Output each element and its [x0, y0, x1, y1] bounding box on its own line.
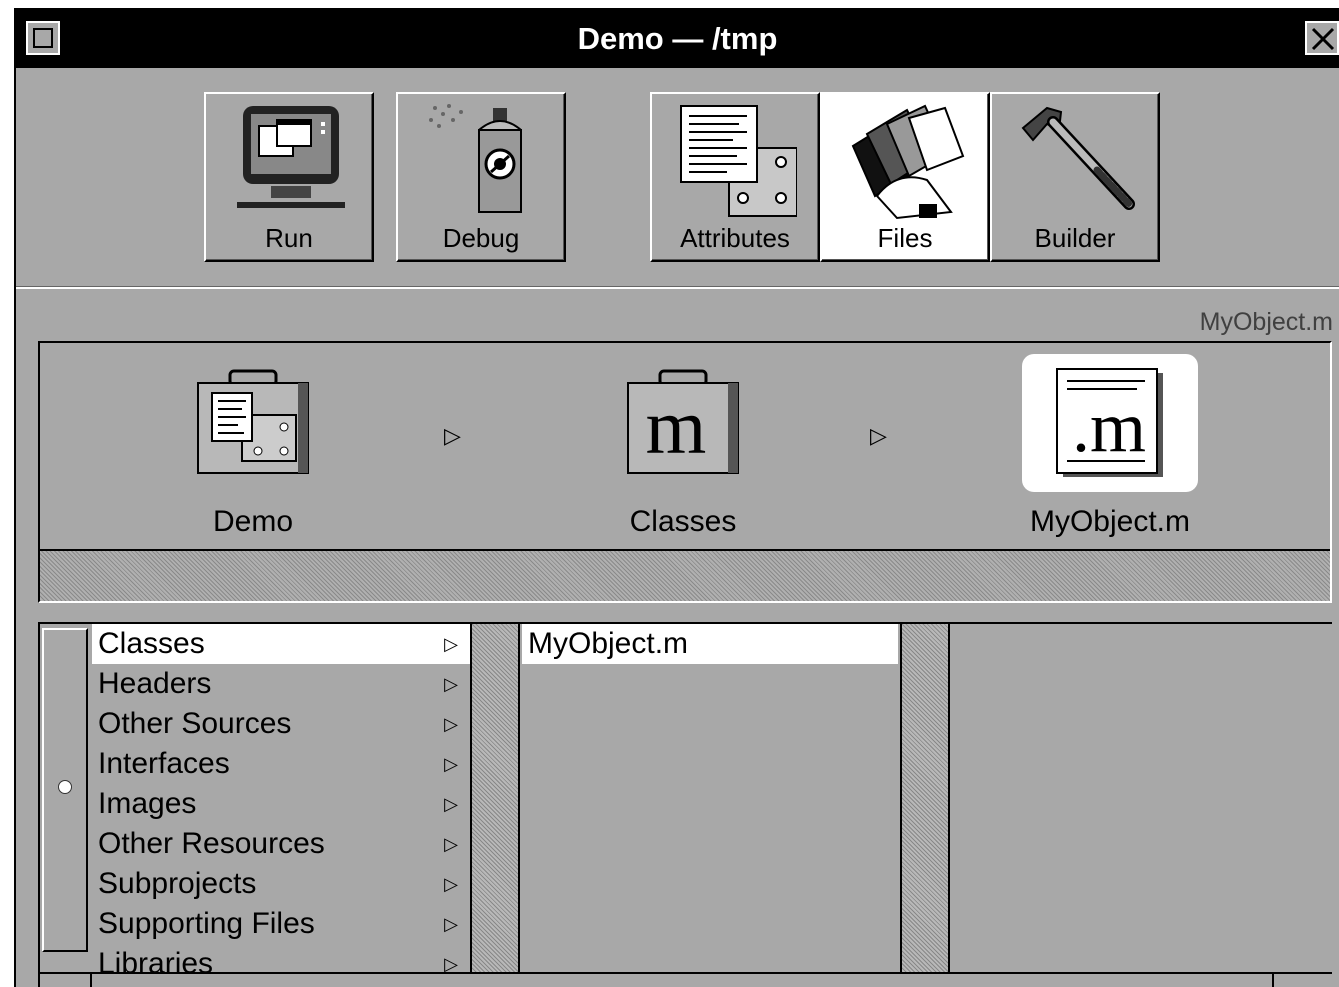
- path-item-label: Demo: [212, 505, 294, 538]
- list-item-label: Subprojects: [98, 867, 257, 900]
- browser-column-empty: [950, 624, 1332, 987]
- path-item-classes[interactable]: m Classes: [568, 353, 798, 553]
- list-item-label: Classes: [98, 627, 205, 660]
- browser-scroller[interactable]: [42, 628, 88, 952]
- submenu-arrow-icon: ▷: [444, 794, 458, 814]
- list-item-label: Supporting Files: [98, 907, 315, 940]
- monitor-icon: [237, 106, 345, 208]
- builder-button[interactable]: Builder: [990, 92, 1160, 262]
- submenu-arrow-icon: ▷: [444, 874, 458, 894]
- source-file-icon: .m: [1056, 368, 1163, 477]
- list-item[interactable]: Subprojects ▷: [92, 864, 470, 904]
- close-button[interactable]: [1305, 21, 1339, 55]
- attributes-label: Attributes: [680, 223, 790, 253]
- attributes-icon: [680, 105, 797, 217]
- run-label: Run: [265, 223, 313, 253]
- path-item-label: MyObject.m: [1029, 505, 1191, 538]
- path-arrow-icon: ▷: [444, 423, 461, 448]
- submenu-arrow-icon: ▷: [444, 674, 458, 694]
- path-item-label: Classes: [629, 505, 737, 538]
- project-suitcase-icon: [197, 369, 309, 474]
- classes-suitcase-icon: m: [627, 369, 739, 474]
- hammer-icon: [1021, 106, 1135, 210]
- path-arrow-icon: ▷: [870, 423, 887, 448]
- debug-label: Debug: [442, 223, 520, 253]
- list-item[interactable]: Headers ▷: [92, 664, 470, 704]
- list-item-label: Other Resources: [98, 827, 325, 860]
- status-bar: [40, 972, 1332, 987]
- path-view: Demo ▷ m Classes ▷ .m MyObject.m: [38, 341, 1332, 603]
- submenu-arrow-icon: ▷: [444, 714, 458, 734]
- title-bar[interactable]: Demo — /tmp: [16, 10, 1339, 68]
- toolbar: Run Debug Attributes Files Builder: [16, 68, 1339, 288]
- submenu-arrow-icon: ▷: [444, 634, 458, 654]
- svg-text:.m: .m: [1072, 387, 1146, 467]
- debug-button[interactable]: Debug: [396, 92, 566, 262]
- list-item-label: Images: [98, 787, 197, 820]
- browser-column-files: MyObject.m: [522, 624, 898, 987]
- column-scrollbar[interactable]: [470, 624, 520, 987]
- run-button[interactable]: Run: [204, 92, 374, 262]
- files-label: Files: [877, 223, 933, 253]
- path-item-myobject[interactable]: .m MyObject.m: [995, 353, 1225, 553]
- list-item-label: Headers: [98, 667, 212, 700]
- files-button[interactable]: Files: [820, 92, 990, 262]
- list-item-label: Interfaces: [98, 747, 230, 780]
- path-item-demo[interactable]: Demo: [138, 353, 368, 553]
- scroller-knob[interactable]: [58, 780, 72, 794]
- list-item-label: MyObject.m: [528, 627, 689, 660]
- status-divider: [1272, 974, 1274, 987]
- file-browser: Classes ▷ Headers ▷ Other Sources ▷ Interfa…: [38, 622, 1332, 987]
- toolbar-divider: [16, 286, 1339, 289]
- window-title: Demo — /tmp: [577, 21, 778, 56]
- browser-column-groups: Classes ▷ Headers ▷ Other Sources ▷ Interfa…: [92, 624, 470, 987]
- submenu-arrow-icon: ▷: [444, 834, 458, 854]
- submenu-arrow-icon: ▷: [444, 754, 458, 774]
- list-item[interactable]: Other Sources ▷: [92, 704, 470, 744]
- bug-spray-icon: [429, 104, 522, 213]
- status-divider: [90, 974, 92, 987]
- list-item[interactable]: Images ▷: [92, 784, 470, 824]
- list-item[interactable]: Interfaces ▷: [92, 744, 470, 784]
- list-item[interactable]: Classes ▷: [92, 624, 470, 664]
- selected-file-label: MyObject.m: [1199, 308, 1333, 336]
- close-icon: [1311, 27, 1335, 51]
- list-item[interactable]: MyObject.m: [522, 624, 898, 664]
- project-window: Demo — /tmp Run Debug Attributes Files B…: [14, 8, 1339, 987]
- svg-text:m: m: [646, 383, 707, 470]
- list-item[interactable]: Supporting Files ▷: [92, 904, 470, 944]
- list-item[interactable]: Other Resources ▷: [92, 824, 470, 864]
- builder-label: Builder: [1034, 223, 1116, 253]
- list-item-label: Other Sources: [98, 707, 292, 740]
- column-scrollbar[interactable]: [900, 624, 950, 987]
- path-scrollbar[interactable]: [40, 549, 1330, 601]
- attributes-button[interactable]: Attributes: [650, 92, 820, 262]
- files-cards-icon: [851, 104, 965, 220]
- submenu-arrow-icon: ▷: [444, 914, 458, 934]
